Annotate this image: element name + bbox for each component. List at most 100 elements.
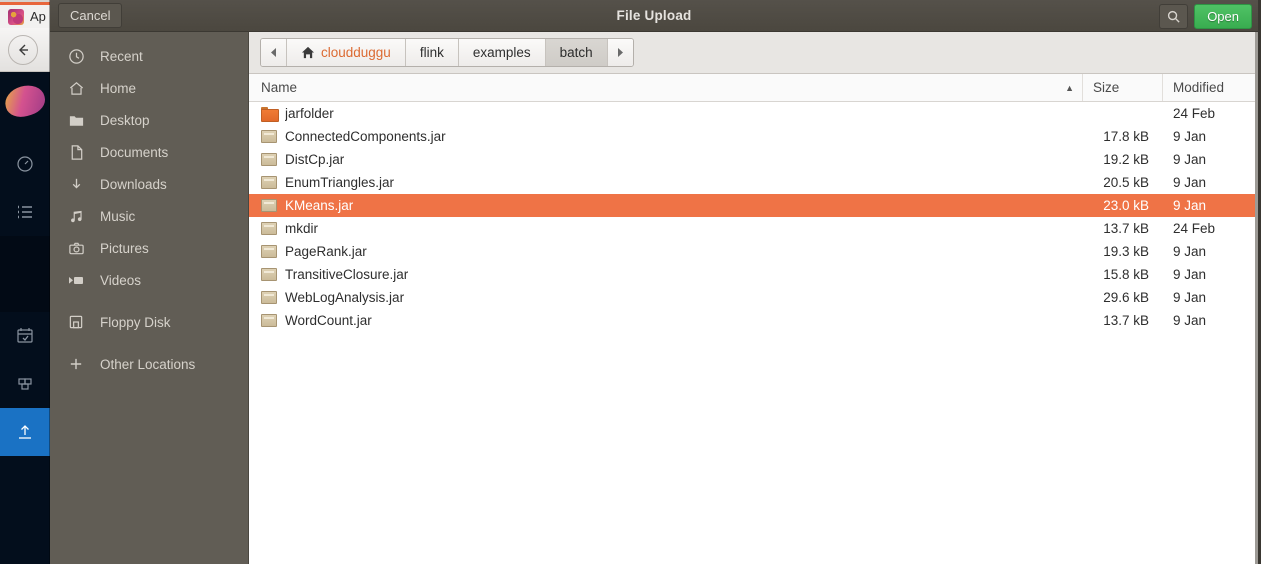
file-name-cell: mkdir [249, 221, 1083, 236]
column-header-modified[interactable]: Modified [1163, 74, 1258, 101]
table-row[interactable]: PageRank.jar 19.3 kB 9 Jan [249, 240, 1258, 263]
file-modified-label: 24 Feb [1173, 221, 1216, 236]
file-name-label: ConnectedComponents.jar [285, 129, 446, 144]
archive-icon [261, 314, 277, 327]
file-modified-label: 24 Feb [1173, 106, 1216, 121]
place-item-pictures[interactable]: Pictures [50, 232, 248, 264]
file-list[interactable]: jarfolder 24 Feb ConnectedComponents.jar 17… [249, 102, 1258, 564]
search-icon[interactable] [1159, 3, 1189, 29]
rail-item-task-managers[interactable] [0, 360, 50, 408]
download-icon [62, 176, 90, 193]
file-size-label: 19.2 kB [1103, 152, 1149, 167]
place-item-videos[interactable]: Videos [50, 264, 248, 296]
breadcrumb-prev-button[interactable] [261, 39, 287, 66]
screen: Ap Cancel File Upload Open Recent Home D… [0, 0, 1261, 564]
places-sidebar: Recent Home Desktop Documents Downloads … [50, 32, 248, 564]
rail-item-jobs[interactable] [0, 188, 50, 236]
folder-icon [261, 107, 279, 122]
calendar-check-icon [17, 328, 33, 343]
place-item-music[interactable]: Music [50, 200, 248, 232]
place-label: Downloads [100, 176, 167, 192]
place-item-recent[interactable]: Recent [50, 40, 248, 72]
column-header-name[interactable]: Name ▲ [249, 74, 1083, 101]
browser-tab-title: Ap [30, 9, 46, 24]
place-item-documents[interactable]: Documents [50, 136, 248, 168]
file-name-cell: PageRank.jar [249, 244, 1083, 259]
dialog-body: Recent Home Desktop Documents Downloads … [50, 32, 1258, 564]
breadcrumb-label: batch [559, 45, 593, 60]
table-row[interactable]: DistCp.jar 19.2 kB 9 Jan [249, 148, 1258, 171]
file-browser-pane: cloudduggu flink examples batch Name ▲ S… [248, 32, 1258, 564]
file-name-label: jarfolder [285, 106, 334, 121]
file-name-cell: KMeans.jar [249, 198, 1083, 213]
rail-item-dashboard[interactable] [0, 140, 50, 188]
archive-icon [261, 222, 277, 235]
flink-squirrel-icon [8, 8, 24, 25]
file-name-cell: DistCp.jar [249, 152, 1083, 167]
table-row[interactable]: jarfolder 24 Feb [249, 102, 1258, 125]
column-label-name: Name [261, 80, 298, 95]
document-icon [62, 144, 90, 161]
archive-icon [261, 291, 277, 304]
dashboard-gauge-icon [17, 156, 33, 172]
plus-icon [62, 356, 90, 372]
table-row[interactable]: ConnectedComponents.jar 17.8 kB 9 Jan [249, 125, 1258, 148]
file-name-label: PageRank.jar [285, 244, 367, 259]
breadcrumb-item-flink[interactable]: flink [405, 39, 459, 66]
table-row[interactable]: mkdir 13.7 kB 24 Feb [249, 217, 1258, 240]
camera-icon [62, 241, 90, 256]
file-modified-label: 9 Jan [1173, 313, 1207, 328]
table-row[interactable]: WebLogAnalysis.jar 29.6 kB 9 Jan [249, 286, 1258, 309]
back-arrow-icon[interactable] [8, 34, 38, 65]
place-label: Pictures [100, 240, 149, 256]
column-label-size: Size [1093, 80, 1120, 95]
breadcrumb-next-button[interactable] [607, 39, 633, 66]
music-note-icon [62, 208, 90, 225]
file-name-cell: WebLogAnalysis.jar [249, 290, 1083, 305]
breadcrumb-item-examples[interactable]: examples [458, 39, 546, 66]
file-modified-label: 9 Jan [1173, 152, 1207, 167]
vertical-scrollbar[interactable] [1255, 32, 1258, 564]
file-modified-label: 9 Jan [1173, 290, 1207, 305]
place-label: Floppy Disk [100, 314, 171, 330]
place-item-downloads[interactable]: Downloads [50, 168, 248, 200]
cancel-button[interactable]: Cancel [58, 3, 123, 28]
breadcrumb: cloudduggu flink examples batch [260, 38, 634, 67]
file-size-label: 13.7 kB [1103, 313, 1149, 328]
video-icon [62, 274, 90, 287]
file-size-label: 15.8 kB [1103, 267, 1149, 282]
breadcrumb-item-home[interactable]: cloudduggu [287, 39, 406, 66]
file-list-header: Name ▲ Size Modified [249, 74, 1258, 102]
file-name-cell: WordCount.jar [249, 313, 1083, 328]
breadcrumb-label: flink [419, 45, 444, 60]
open-button[interactable]: Open [1194, 3, 1252, 29]
flink-sidebar-rail [0, 72, 50, 564]
folder-icon [62, 113, 90, 128]
home-icon [301, 46, 315, 59]
breadcrumb-item-batch[interactable]: batch [545, 39, 608, 66]
table-row[interactable]: WordCount.jar 13.7 kB 9 Jan [249, 309, 1258, 332]
archive-icon [261, 130, 277, 143]
place-item-home[interactable]: Home [50, 72, 248, 104]
place-item-desktop[interactable]: Desktop [50, 104, 248, 136]
table-row[interactable]: EnumTriangles.jar 20.5 kB 9 Jan [249, 171, 1258, 194]
file-size-label: 19.3 kB [1103, 244, 1149, 259]
file-modified-label: 9 Jan [1173, 244, 1207, 259]
place-label: Videos [100, 272, 142, 288]
upload-icon [19, 425, 31, 439]
place-label: Recent [100, 48, 143, 64]
file-modified-label: 9 Jan [1173, 267, 1207, 282]
table-row[interactable]: KMeans.jar 23.0 kB 9 Jan [249, 194, 1258, 217]
archive-icon [261, 245, 277, 258]
rail-item-completed-jobs[interactable] [0, 312, 50, 360]
file-name-label: mkdir [285, 221, 318, 236]
table-row[interactable]: TransitiveClosure.jar 15.8 kB 9 Jan [249, 263, 1258, 286]
place-item-floppy-disk[interactable]: Floppy Disk [50, 306, 248, 338]
place-item-other-locations[interactable]: Other Locations [50, 348, 248, 380]
place-label: Documents [100, 144, 169, 160]
file-size-label: 20.5 kB [1103, 175, 1149, 190]
rail-item-submit-job[interactable] [0, 408, 50, 456]
archive-icon [261, 268, 277, 281]
dialog-title: File Upload [616, 8, 692, 23]
column-header-size[interactable]: Size [1083, 74, 1163, 101]
